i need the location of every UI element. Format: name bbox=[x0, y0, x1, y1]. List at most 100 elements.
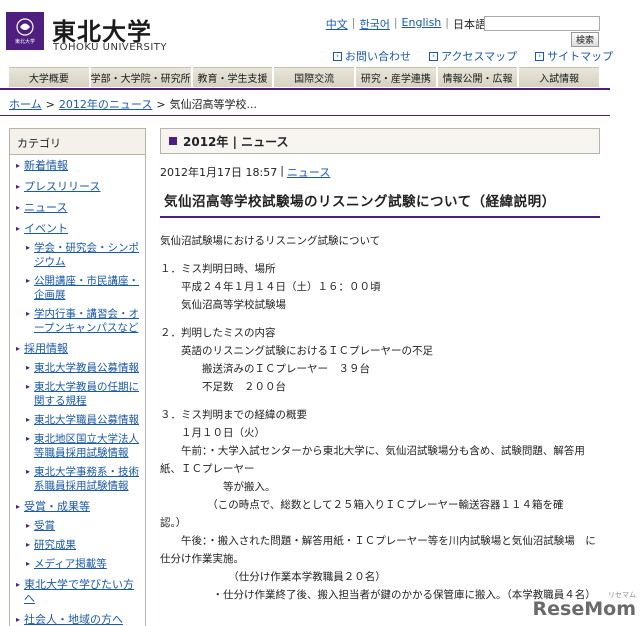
breadcrumb-separator: > bbox=[45, 97, 55, 111]
sidebar-item[interactable]: ▸ 東北大学で学びたい方へ bbox=[10, 574, 145, 609]
sidebar-title: カテゴリ bbox=[10, 129, 145, 155]
nav-tab-international[interactable]: 国際交流 bbox=[274, 67, 355, 87]
bullet-arrow-icon: ▸ bbox=[16, 615, 21, 624]
sidebar-item-label[interactable]: 公開講座・市民講座・企画展 bbox=[34, 274, 139, 302]
sidebar-item-label[interactable]: プレスリリース bbox=[24, 180, 100, 194]
body-line: 気仙沼高等学校試験場 bbox=[160, 299, 286, 311]
sidebar-subitem[interactable]: ▸ メディア掲載等 bbox=[10, 555, 145, 574]
lang-korean[interactable]: 한국어 bbox=[359, 16, 389, 32]
bullet-arrow-icon: ▸ bbox=[26, 363, 31, 372]
breadcrumb-news[interactable]: 2012年のニュース bbox=[59, 96, 152, 112]
university-seal-logo[interactable]: 東北大学 bbox=[6, 12, 44, 50]
sidebar-item[interactable]: ▸ 採用情報 bbox=[10, 338, 145, 359]
category-link[interactable]: ニュース bbox=[287, 164, 330, 180]
sitemap-link[interactable]: › サイトマップ bbox=[535, 48, 613, 64]
sidebar-item-label[interactable]: 東北地区国立大学法人等職員採用試験情報 bbox=[34, 432, 139, 460]
utility-links: › お問い合わせ › アクセスマップ › サイトマップ bbox=[333, 48, 613, 64]
global-nav: 大学概要 学部・大学院・研究所 教育・学生支援 国際交流 研究・産学連携 情報公… bbox=[9, 67, 600, 87]
sidebar-item-label[interactable]: 新着情報 bbox=[24, 159, 68, 173]
sidebar-item-label[interactable]: 東北大学事務系・技術系職員採用試験情報 bbox=[34, 465, 139, 493]
bullet-arrow-icon: ▸ bbox=[26, 276, 31, 285]
nav-tab-admissions[interactable]: 入試情報 bbox=[519, 67, 600, 87]
body-line: 平成２４年１月１４日（土）１６：００頃 bbox=[160, 281, 381, 293]
sidebar-item-label[interactable]: 研究成果 bbox=[34, 538, 76, 552]
sidebar-item[interactable]: ▸ イベント bbox=[10, 218, 145, 239]
sidebar-subitem[interactable]: ▸ 公開講座・市民講座・企画展 bbox=[10, 272, 145, 305]
link-arrow-icon: › bbox=[535, 51, 545, 61]
resemom-watermark: リセマム ReseMom bbox=[532, 591, 636, 620]
nav-divider bbox=[0, 88, 610, 90]
category-sidebar: カテゴリ ▸ 新着情報 ▸ プレスリリース ▸ ニュース ▸ イベント ▸ 学会・研究会・シンポジ… bbox=[9, 128, 146, 626]
watermark-text: ReseMom bbox=[532, 598, 636, 620]
search-button[interactable]: 検索 bbox=[571, 32, 599, 47]
sidebar-item-label[interactable]: 学内行事・講習会・オープンキャンパスなど bbox=[34, 307, 139, 335]
bullet-arrow-icon: ▸ bbox=[26, 540, 31, 549]
sidebar-subitem[interactable]: ▸ 東北地区国立大学法人等職員採用試験情報 bbox=[10, 430, 145, 463]
sidebar-subitem[interactable]: ▸ 研究成果 bbox=[10, 536, 145, 555]
section-header: 2012年 | ニュース bbox=[160, 128, 600, 154]
body-line: 気仙沼試験場におけるリスニング試験について bbox=[160, 235, 381, 247]
bullet-arrow-icon: ▸ bbox=[26, 521, 31, 530]
sidebar-subitem[interactable]: ▸ 東北大学教員公募情報 bbox=[10, 359, 145, 378]
sidebar-item[interactable]: ▸ 社会人・地域の方へ bbox=[10, 609, 145, 626]
breadcrumb-current: 気仙沼高等学校... bbox=[169, 98, 258, 111]
nav-tab-research[interactable]: 研究・産学連携 bbox=[356, 67, 436, 87]
seal-text: 東北大学 bbox=[14, 39, 35, 45]
sidebar-item-label[interactable]: 採用情報 bbox=[24, 342, 68, 356]
sidebar-subitem[interactable]: ▸ 東北大学職員公募情報 bbox=[10, 411, 145, 430]
breadcrumb-separator: > bbox=[156, 97, 166, 111]
sidebar-subitem[interactable]: ▸ 東北大学教員の任期に関する規程 bbox=[10, 378, 145, 411]
nav-tab-education[interactable]: 教育・学生支援 bbox=[192, 67, 273, 87]
nav-tab-about[interactable]: 大学概要 bbox=[9, 67, 89, 87]
sidebar-item[interactable]: ▸ 新着情報 bbox=[10, 155, 145, 176]
body-line: １．ミス判明日時、場所 bbox=[160, 263, 276, 275]
sidebar-item-label[interactable]: ニュース bbox=[24, 201, 67, 215]
body-line: 搬送済みのＩＣプレーヤー ３９台 bbox=[160, 363, 370, 375]
lang-english[interactable]: English bbox=[402, 16, 442, 32]
body-line: 等が搬入。 bbox=[160, 481, 276, 493]
sitemap-label: サイトマップ bbox=[547, 50, 614, 63]
sidebar-item[interactable]: ▸ プレスリリース bbox=[10, 176, 145, 197]
meta-separator: | bbox=[280, 164, 284, 177]
logo-english: TOHOKU UNIVERSITY bbox=[53, 42, 168, 53]
sidebar-subitem[interactable]: ▸ 東北大学事務系・技術系職員採用試験情報 bbox=[10, 463, 145, 496]
body-line: 認。） bbox=[160, 517, 187, 529]
sidebar-item-label[interactable]: 社会人・地域の方へ bbox=[24, 613, 123, 626]
lang-separator: | bbox=[445, 16, 449, 29]
breadcrumb-home[interactable]: ホーム bbox=[9, 96, 42, 112]
article-title: 気仙沼高等学校試験場のリスニング試験について（経緯説明） bbox=[160, 190, 600, 218]
sidebar-item-label[interactable]: 東北大学職員公募情報 bbox=[34, 413, 139, 427]
nav-tab-disclosure[interactable]: 情報公開・広報 bbox=[437, 67, 518, 87]
sidebar-subitem[interactable]: ▸ 学会・研究会・シンポジウム bbox=[10, 239, 145, 272]
sidebar-subitem[interactable]: ▸ 学内行事・講習会・オープンキャンパスなど bbox=[10, 305, 145, 338]
bullet-arrow-icon: ▸ bbox=[16, 182, 21, 191]
lang-chinese[interactable]: 中文 bbox=[326, 16, 348, 32]
bullet-arrow-icon: ▸ bbox=[26, 415, 31, 424]
seal-icon bbox=[16, 18, 34, 36]
search-input[interactable] bbox=[484, 16, 600, 31]
nav-tab-faculties[interactable]: 学部・大学院・研究所 bbox=[90, 67, 191, 87]
access-map-label: アクセスマップ bbox=[441, 50, 518, 63]
article-meta: 2012年1月17日 18:57 | ニュース bbox=[160, 164, 600, 180]
sidebar-item-label[interactable]: メディア掲載等 bbox=[34, 557, 107, 571]
sidebar-item-label[interactable]: 東北大学教員の任期に関する規程 bbox=[34, 380, 139, 408]
lang-japanese: 日本語 bbox=[453, 18, 486, 31]
sidebar-item[interactable]: ▸ 受賞・成果等 bbox=[10, 496, 145, 517]
bullet-arrow-icon: ▸ bbox=[26, 467, 31, 476]
sidebar-subitem[interactable]: ▸ 受賞 bbox=[10, 517, 145, 536]
access-map-link[interactable]: › アクセスマップ bbox=[429, 48, 517, 64]
sidebar-item[interactable]: ▸ ニュース bbox=[10, 197, 145, 218]
main-content: 2012年 | ニュース 2012年1月17日 18:57 | ニュース 気仙沼… bbox=[160, 128, 600, 604]
body-line: 仕分け作業実施。 bbox=[160, 553, 244, 565]
sidebar-item-label[interactable]: 学会・研究会・シンポジウム bbox=[34, 241, 139, 269]
sidebar-item-label[interactable]: 受賞 bbox=[34, 519, 55, 533]
sidebar-item-label[interactable]: 東北大学で学びたい方へ bbox=[24, 578, 139, 606]
sidebar-item-label[interactable]: 東北大学教員公募情報 bbox=[34, 361, 139, 375]
sidebar-item-label[interactable]: 受賞・成果等 bbox=[24, 500, 90, 514]
sidebar-item-label[interactable]: イベント bbox=[24, 222, 68, 236]
contact-link[interactable]: › お問い合わせ bbox=[333, 48, 411, 64]
lang-separator: | bbox=[393, 16, 398, 29]
